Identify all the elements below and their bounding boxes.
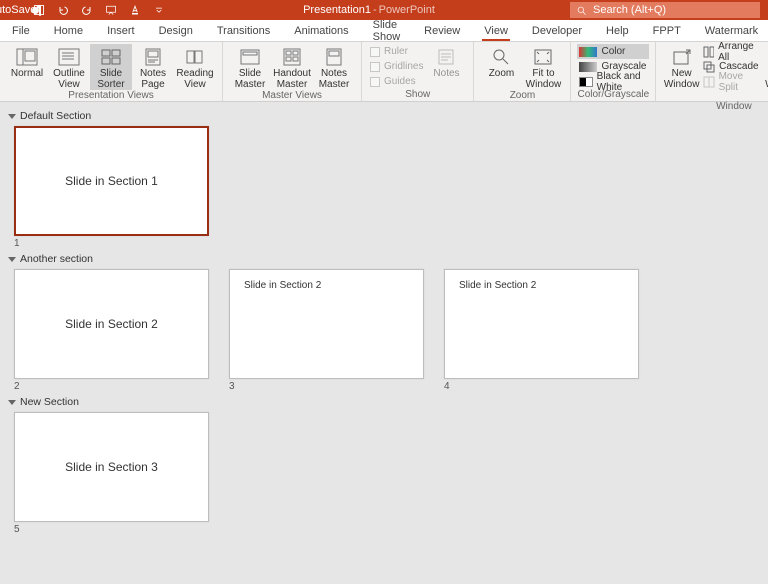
black-white-button[interactable]: Black and White (577, 74, 649, 89)
collapse-icon (8, 257, 16, 262)
slide-thumbnail[interactable]: Slide in Section 2 (444, 269, 639, 379)
outline-view-icon (58, 48, 80, 66)
fit-window-icon (533, 48, 553, 66)
slide-number: 5 (14, 524, 209, 535)
tab-help[interactable]: Help (594, 20, 641, 41)
notes-button[interactable]: Notes (425, 44, 467, 79)
reading-view-button[interactable]: Reading View (174, 44, 216, 90)
normal-view-icon (16, 48, 38, 66)
move-split-button[interactable]: Move Split (701, 74, 765, 89)
arrange-icon (703, 46, 714, 58)
slide-master-icon (239, 48, 261, 66)
slide-thumbnail[interactable]: Slide in Section 1 (14, 126, 209, 236)
tab-home[interactable]: Home (42, 20, 95, 41)
chevron-down-icon (153, 4, 165, 16)
redo-button[interactable] (78, 1, 96, 19)
new-window-icon (672, 48, 692, 66)
tab-slideshow[interactable]: Slide Show (361, 20, 413, 41)
notes-page-icon (142, 48, 164, 66)
section-header[interactable]: Another section (8, 253, 760, 265)
group-show: Ruler Gridlines Guides Notes Show (362, 42, 474, 101)
slide-thumbnail[interactable]: Slide in Section 2 (14, 269, 209, 379)
ribbon: Normal Outline View Slide Sorter Notes P… (0, 42, 768, 102)
arrange-all-button[interactable]: Arrange All (701, 44, 765, 59)
search-icon (576, 5, 587, 16)
new-window-button[interactable]: New Window (662, 44, 701, 90)
tab-file[interactable]: File (0, 20, 42, 41)
search-placeholder: Search (Alt+Q) (593, 4, 666, 16)
handout-master-button[interactable]: Handout Master (271, 44, 313, 90)
undo-button[interactable] (54, 1, 72, 19)
collapse-icon (8, 114, 16, 119)
group-window: New Window Arrange All Cascade Move Spli… (656, 42, 768, 101)
redo-icon (81, 4, 93, 16)
tab-design[interactable]: Design (147, 20, 205, 41)
font-color-icon (129, 4, 141, 16)
start-from-beginning-button[interactable] (102, 1, 120, 19)
color-button[interactable]: Color (577, 44, 649, 59)
slide-thumbnail[interactable]: Slide in Section 2 (229, 269, 424, 379)
slide-master-button[interactable]: Slide Master (229, 44, 271, 90)
title-bar: AutoSave Presentation1 - PowerPoint Sear… (0, 0, 768, 20)
tab-view[interactable]: View (472, 20, 520, 41)
quick-access-toolbar: AutoSave (0, 1, 168, 19)
slide-thumbnail[interactable]: Slide in Section 3 (14, 412, 209, 522)
guides-check[interactable]: Guides (368, 74, 425, 89)
group-presentation-views: Normal Outline View Slide Sorter Notes P… (0, 42, 223, 101)
color-icon (579, 47, 597, 57)
doc-name: Presentation1 (303, 4, 371, 16)
ribbon-tabs: File Home Insert Design Transitions Anim… (0, 20, 768, 42)
checkbox-icon (370, 62, 380, 72)
window-title: Presentation1 - PowerPoint (168, 4, 570, 16)
slide-sorter-panel: Default Section Slide in Section 1 1 Ano… (0, 102, 768, 545)
slide-number: 2 (14, 381, 209, 392)
slide-number: 1 (14, 238, 209, 249)
move-split-icon (703, 76, 714, 88)
section-header[interactable]: New Section (8, 396, 760, 408)
slide-number: 4 (444, 381, 639, 392)
slide-number: 3 (229, 381, 424, 392)
tab-transitions[interactable]: Transitions (205, 20, 282, 41)
tab-fppt[interactable]: FPPT (641, 20, 693, 41)
checkbox-icon (370, 77, 380, 87)
slide-sorter-icon (100, 48, 122, 66)
checkbox-icon (370, 47, 380, 57)
zoom-button[interactable]: Zoom (480, 44, 522, 79)
outline-view-button[interactable]: Outline View (48, 44, 90, 90)
tab-insert[interactable]: Insert (95, 20, 147, 41)
collapse-icon (8, 400, 16, 405)
search-input[interactable]: Search (Alt+Q) (570, 2, 760, 18)
autosave-toggle[interactable]: AutoSave (6, 1, 24, 19)
fit-to-window-button[interactable]: Fit to Window (522, 44, 564, 90)
slide-sorter-button[interactable]: Slide Sorter (90, 44, 132, 90)
gridlines-check[interactable]: Gridlines (368, 59, 425, 74)
normal-view-button[interactable]: Normal (6, 44, 48, 79)
reading-view-icon (184, 48, 206, 66)
tab-review[interactable]: Review (412, 20, 472, 41)
tab-developer[interactable]: Developer (520, 20, 594, 41)
font-color-button[interactable] (126, 1, 144, 19)
undo-icon (57, 4, 69, 16)
cascade-icon (703, 61, 715, 73)
tab-animations[interactable]: Animations (282, 20, 360, 41)
qat-customize-button[interactable] (150, 1, 168, 19)
zoom-icon (491, 47, 511, 67)
ruler-check[interactable]: Ruler (368, 44, 425, 59)
notes-master-button[interactable]: Notes Master (313, 44, 355, 90)
grayscale-icon (579, 62, 597, 72)
notes-master-icon (323, 48, 345, 66)
bw-icon (579, 77, 592, 87)
notes-icon (436, 48, 456, 66)
group-master-views: Slide Master Handout Master Notes Master… (223, 42, 362, 101)
present-icon (105, 4, 117, 16)
group-color-grayscale: Color Grayscale Black and White Color/Gr… (571, 42, 656, 101)
handout-master-icon (281, 48, 303, 66)
notes-page-button[interactable]: Notes Page (132, 44, 174, 90)
group-zoom: Zoom Fit to Window Zoom (474, 42, 571, 101)
section-header[interactable]: Default Section (8, 110, 760, 122)
app-name: PowerPoint (379, 4, 435, 16)
tab-watermark[interactable]: Watermark (693, 20, 768, 41)
